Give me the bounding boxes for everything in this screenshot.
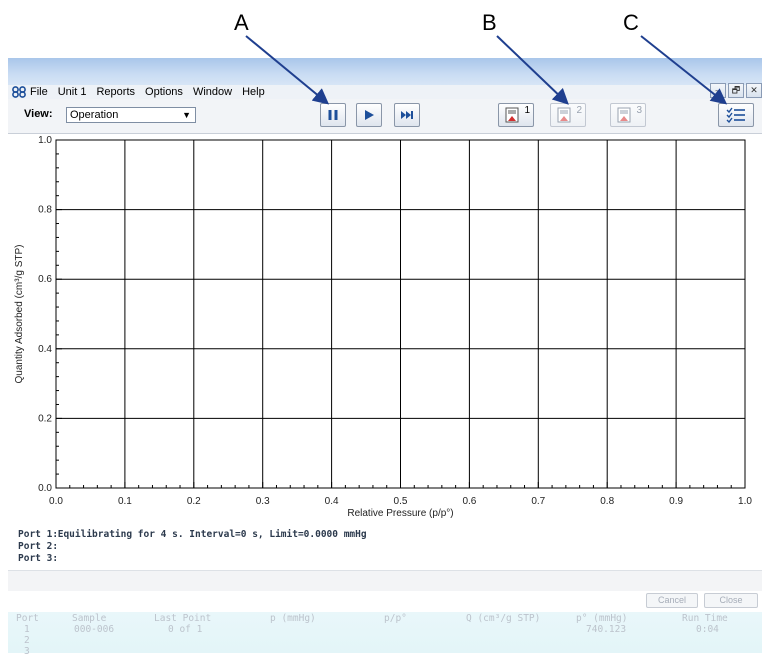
window-controls: – 🗗 ✕ xyxy=(710,83,762,98)
table-header-relative-pressure: p/p° xyxy=(384,613,407,624)
y-tick-label: 0.8 xyxy=(38,205,52,216)
results-table: Port Sample Last Point p (mmHg) p/p° Q (… xyxy=(8,612,762,657)
y-tick-label: 0.6 xyxy=(38,274,52,285)
table-cell-port: 3 xyxy=(24,646,30,657)
status-separator xyxy=(8,570,762,591)
x-tick-label: 0.5 xyxy=(394,496,408,507)
callout-a: A xyxy=(234,10,249,35)
table-cell-port: 1 xyxy=(24,624,30,635)
pause-button[interactable] xyxy=(320,103,346,127)
table-header-last-point: Last Point xyxy=(154,613,212,624)
report-icon xyxy=(557,107,571,123)
x-tick-label: 1.0 xyxy=(738,496,752,507)
table-cell-sample: 000-006 xyxy=(74,624,115,635)
isotherm-chart: 0.0 0.1 0.2 0.3 0.4 0.5 0.6 0.7 0.8 0.9 1.0 0.0 0.2 0… xyxy=(14,135,752,519)
report-icon xyxy=(505,107,519,123)
menu-reports[interactable]: Reports xyxy=(96,86,135,98)
report-1-number: 1 xyxy=(524,105,530,116)
x-tick-label: 0.6 xyxy=(462,496,476,507)
show-options-button[interactable] xyxy=(718,103,754,127)
status-port-label: Port 2: xyxy=(18,541,59,552)
close-button[interactable]: Close xyxy=(704,593,758,608)
x-tick-label: 0.7 xyxy=(531,496,545,507)
callout-b: B xyxy=(482,10,497,35)
checklist-icon xyxy=(726,107,745,123)
menu-options[interactable]: Options xyxy=(145,86,183,98)
report-2-button[interactable]: 2 xyxy=(550,103,586,127)
report-1-button[interactable]: 1 xyxy=(498,103,534,127)
status-text: Equilibrating for 4 s. Interval=0 s, Lim… xyxy=(57,529,367,540)
table-cell-run-time: 0:04 xyxy=(696,624,719,635)
table-header-quantity: Q (cm³/g STP) xyxy=(466,613,541,624)
y-axis-title: Quantity Adsorbed (cm³/g STP) xyxy=(14,245,25,384)
y-tick-label: 1.0 xyxy=(38,135,52,146)
status-line-port-3: Port 3: xyxy=(18,553,58,564)
x-tick-label: 0.2 xyxy=(187,496,201,507)
x-tick-label: 0.9 xyxy=(669,496,683,507)
x-tick-label: 0.1 xyxy=(118,496,132,507)
view-select[interactable]: Operation ▼ xyxy=(66,107,196,123)
app-icon xyxy=(12,86,26,98)
table-cell-last-point: 0 of 1 xyxy=(168,624,203,635)
table-header-pressure: p (mmHg) xyxy=(270,613,316,624)
play-button[interactable] xyxy=(356,103,382,127)
close-window-button[interactable]: ✕ xyxy=(746,83,762,98)
play-icon xyxy=(365,110,374,120)
table-cell-saturation-pressure: 740.123 xyxy=(586,624,627,635)
y-tick-label: 0.0 xyxy=(38,483,52,494)
window-titlebar xyxy=(8,58,762,85)
menu-unit[interactable]: Unit 1 xyxy=(58,86,87,98)
table-cell-port: 2 xyxy=(24,635,30,646)
table-header-sample: Sample xyxy=(72,613,107,624)
report-icon xyxy=(617,107,631,123)
menu-help[interactable]: Help xyxy=(242,86,265,98)
view-label: View: xyxy=(24,108,53,120)
y-tick-label: 0.2 xyxy=(38,413,52,424)
status-line-port-2: Port 2: xyxy=(18,541,58,552)
y-tick-label: 0.4 xyxy=(38,344,52,355)
callout-c: C xyxy=(623,10,639,35)
table-header-port: Port xyxy=(16,613,39,624)
toolbar: View: Operation ▼ 1 2 3 xyxy=(8,99,762,134)
minimize-button[interactable]: – xyxy=(710,83,726,98)
table-header-run-time: Run Time xyxy=(682,613,728,624)
pause-icon xyxy=(328,110,338,120)
report-3-button[interactable]: 3 xyxy=(610,103,646,127)
table-header-saturation-pressure: p° (mmHg) xyxy=(576,613,628,624)
report-3-number: 3 xyxy=(636,105,642,116)
status-line-port-1: Port 1: Equilibrating for 4 s. Interval=… xyxy=(18,529,367,540)
menu-window[interactable]: Window xyxy=(193,86,232,98)
report-2-number: 2 xyxy=(576,105,582,116)
status-port-label: Port 1: xyxy=(18,529,59,540)
restore-button[interactable]: 🗗 xyxy=(728,83,744,98)
x-axis-title: Relative Pressure (p/p°) xyxy=(347,508,453,519)
menu-bar: File Unit 1 Reports Options Window Help … xyxy=(8,83,762,99)
skip-forward-button[interactable] xyxy=(394,103,420,127)
x-tick-label: 0.8 xyxy=(600,496,614,507)
port-status-panel: Port 1: Equilibrating for 4 s. Interval=… xyxy=(8,524,762,570)
menu-file[interactable]: File xyxy=(30,86,48,98)
chevron-down-icon: ▼ xyxy=(182,110,191,120)
skip-forward-icon xyxy=(401,111,413,119)
x-tick-label: 0.4 xyxy=(325,496,339,507)
status-port-label: Port 3: xyxy=(18,553,59,564)
cancel-button[interactable]: Cancel xyxy=(646,593,698,608)
view-select-value: Operation xyxy=(70,109,119,121)
x-tick-label: 0.3 xyxy=(256,496,270,507)
x-tick-label: 0.0 xyxy=(49,496,63,507)
